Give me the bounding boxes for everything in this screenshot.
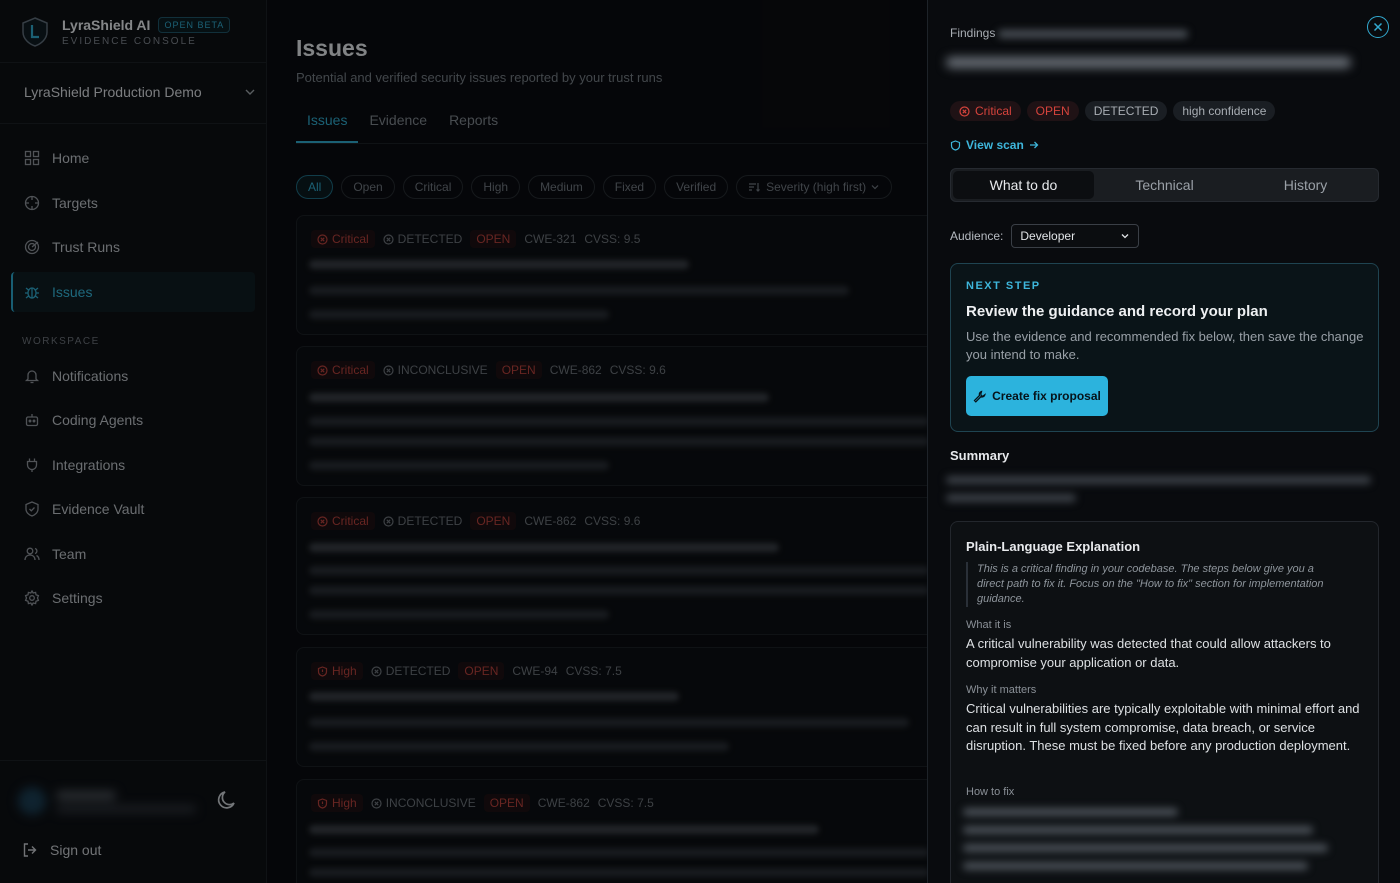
severity-badge: Critical	[950, 101, 1021, 121]
arrow-right-icon	[1029, 141, 1039, 149]
close-icon	[1373, 22, 1383, 32]
wrench-icon	[973, 390, 987, 403]
modal-backdrop[interactable]	[0, 0, 927, 883]
redacted-summary	[946, 473, 1376, 507]
how-to-fix-heading: How to fix	[966, 786, 1015, 798]
summary-title: Summary	[950, 448, 1010, 463]
detail-tabs: What to do Technical History	[950, 168, 1379, 202]
state-badge: OPEN	[1026, 101, 1079, 121]
explanation-title: Plain-Language Explanation	[966, 539, 1141, 554]
why-it-matters-text: Critical vulnerabilities are typically e…	[966, 701, 1360, 753]
close-button[interactable]	[1367, 16, 1389, 38]
next-step-card: NEXT STEP Review the guidance and record…	[950, 263, 1379, 432]
audience-label: Audience:	[950, 229, 1004, 243]
status-badge: DETECTED	[1084, 101, 1168, 121]
next-step-description: Use the evidence and recommended fix bel…	[966, 329, 1364, 362]
alert-circle-icon	[959, 105, 970, 117]
explanation-card: Plain-Language Explanation This is a cri…	[950, 521, 1379, 883]
redacted-how-to-fix	[963, 804, 1363, 883]
badge-row: Critical OPEN DETECTED high confidence	[950, 101, 1276, 121]
view-scan-link[interactable]: View scan	[950, 138, 1039, 152]
explanation-quote: This is a critical finding in your codeb…	[966, 562, 1326, 607]
what-it-is-text: A critical vulnerability was detected th…	[966, 636, 1331, 670]
why-it-matters-heading: Why it matters	[966, 684, 1037, 696]
finding-detail-panel: Findings Critical OPEN DETECTED high con…	[927, 0, 1400, 883]
confidence-badge: high confidence	[1173, 101, 1276, 121]
tab-history[interactable]: History	[1235, 171, 1376, 199]
tab-what-to-do[interactable]: What to do	[953, 171, 1094, 199]
audience-row: Audience: Developer	[950, 224, 1140, 248]
tab-technical[interactable]: Technical	[1094, 171, 1235, 199]
next-step-label: NEXT STEP	[966, 280, 1041, 292]
what-it-is-heading: What it is	[966, 619, 1012, 631]
shield-icon	[950, 139, 961, 151]
breadcrumb: Findings	[950, 26, 995, 40]
create-fix-proposal-button[interactable]: Create fix proposal	[966, 376, 1108, 416]
redacted-title	[946, 53, 1356, 71]
findings-label: Findings	[950, 26, 996, 40]
redacted-breadcrumb	[998, 27, 1188, 39]
chevron-down-icon	[1121, 234, 1129, 239]
audience-select[interactable]: Developer	[1011, 224, 1140, 248]
next-step-title: Review the guidance and record your plan	[966, 303, 1268, 320]
